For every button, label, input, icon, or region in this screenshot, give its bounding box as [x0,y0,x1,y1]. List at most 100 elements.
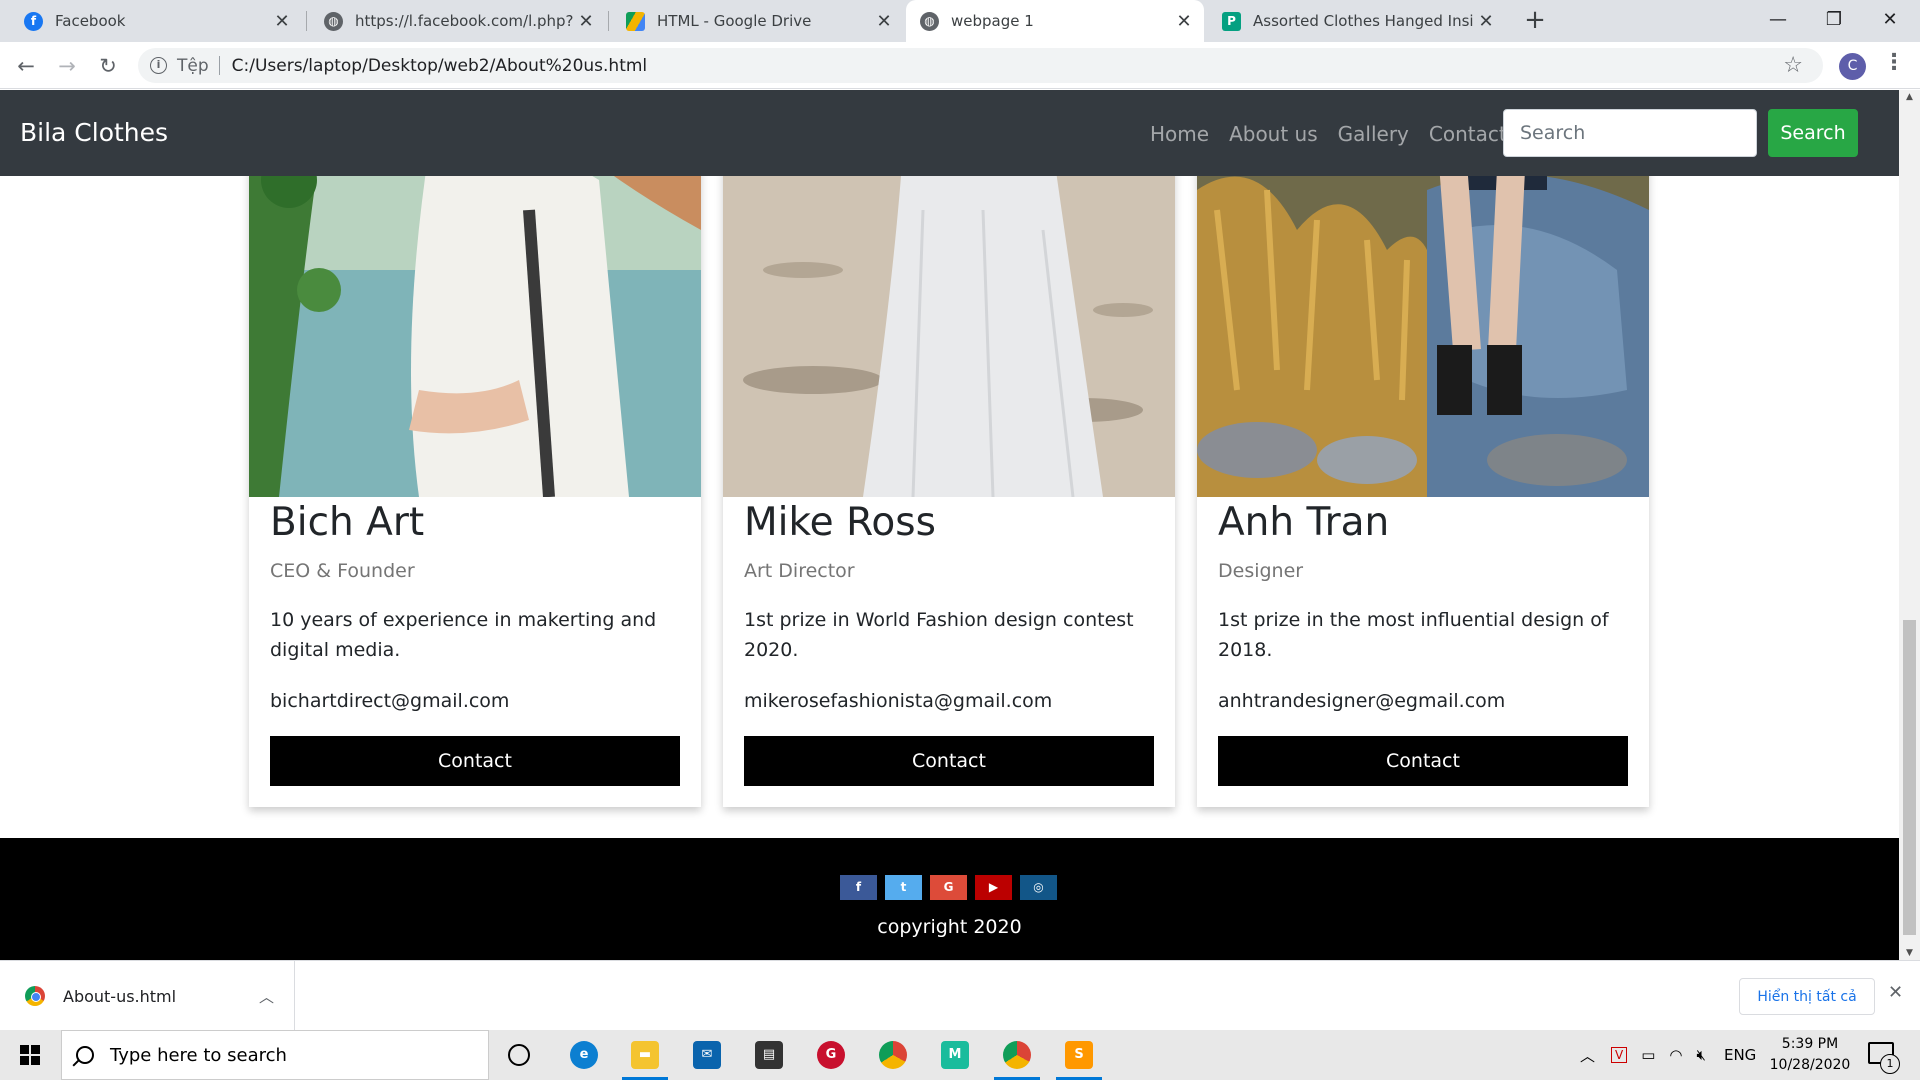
scroll-down-icon[interactable]: ▼ [1899,948,1920,958]
chevron-up-icon[interactable]: ︿ [1580,1045,1595,1066]
info-icon[interactable]: i [150,57,167,74]
taskbar-file-explorer[interactable]: ▬ [620,1030,670,1080]
member-name: Anh Tran [1218,500,1390,545]
facebook-icon[interactable]: f [840,875,877,900]
download-item[interactable]: About-us.html ︿ [0,961,295,1031]
edge-icon: e [570,1041,598,1069]
cortana-button[interactable] [494,1030,544,1080]
chrome-icon [879,1041,907,1069]
chevron-up-icon[interactable]: ︿ [259,986,274,1007]
taskbar-mail[interactable]: ✉ [682,1030,732,1080]
nav-link-about[interactable]: About us [1229,122,1318,146]
wifi-icon[interactable]: ◠ [1669,1046,1682,1064]
store-icon: ▤ [755,1041,783,1069]
battery-icon[interactable]: ▭ [1641,1046,1655,1064]
contact-button[interactable]: Contact [744,736,1154,786]
member-name: Mike Ross [744,500,936,545]
member-description: 1st prize in the most influential design… [1218,609,1609,661]
nav-link-gallery[interactable]: Gallery [1338,122,1409,146]
instagram-icon[interactable]: ◎ [1020,875,1057,900]
close-tab-icon[interactable]: ✕ [574,11,598,32]
close-tab-icon[interactable]: ✕ [872,11,896,32]
volume-muted-icon[interactable]: 🔇︎ [1697,1046,1706,1064]
close-tab-icon[interactable]: ✕ [1172,11,1196,32]
close-window-button[interactable]: ✕ [1862,0,1918,42]
divider [218,56,220,75]
show-all-downloads-button[interactable]: Hiển thị tất cả [1739,978,1875,1015]
download-bar: About-us.html ︿ Hiển thị tất cả ✕ [0,960,1920,1031]
antivirus-icon[interactable]: V [1611,1047,1628,1063]
reload-button[interactable]: ↻ [92,50,124,82]
windows-logo-icon [20,1045,40,1065]
member-email: mikerosefashionista@gmail.com [744,690,1053,712]
tab-facebook-link[interactable]: ◍ https://l.facebook.com/l.php?u=h ✕ [310,0,606,42]
nav-link-contact[interactable]: Contact [1429,122,1507,146]
windows-taskbar: Type here to search e ▬ ✉ ▤ G M S ︿ V ▭ … [0,1030,1920,1080]
taskbar-chrome-profile[interactable] [992,1030,1042,1080]
tab-separator [608,11,609,31]
sublime-text-icon: S [1065,1041,1093,1069]
taskbar-edge[interactable]: e [559,1030,609,1080]
youtube-icon[interactable]: ▶ [975,875,1012,900]
taskbar-search-box[interactable]: Type here to search [61,1030,489,1080]
tab-title: Facebook [55,12,126,30]
taskbar-garena[interactable]: G [806,1030,856,1080]
new-tab-button[interactable]: + [1520,6,1550,36]
taskbar-m-app[interactable]: M [930,1030,980,1080]
tab-title: webpage 1 [951,12,1034,30]
contact-button[interactable]: Contact [270,736,680,786]
tab-google-drive[interactable]: HTML - Google Drive ✕ [612,0,904,42]
restore-button[interactable]: ❐ [1806,0,1862,42]
tab-facebook[interactable]: f Facebook ✕ [10,0,302,42]
taskbar-search-placeholder: Type here to search [110,1044,287,1066]
minimize-button[interactable]: — [1750,0,1806,42]
site-brand[interactable]: Bila Clothes [20,118,168,147]
m-app-icon: M [941,1041,969,1069]
start-button[interactable] [0,1030,60,1080]
member-role: CEO & Founder [270,560,415,582]
site-search-input[interactable] [1503,109,1757,157]
page-scrollbar[interactable]: ▲ ▼ [1899,90,1920,960]
scrollbar-thumb[interactable] [1903,620,1916,935]
copyright-text: copyright 2020 [877,916,1022,938]
taskbar-clock[interactable]: 5:39 PM 10/28/2020 [1760,1034,1860,1076]
clock-time: 5:39 PM [1781,1036,1839,1052]
system-tray: ︿ V ▭ ◠ 🔇︎ ENG [1580,1030,1756,1080]
close-tab-icon[interactable]: ✕ [1474,11,1498,32]
taskbar-store[interactable]: ▤ [744,1030,794,1080]
taskbar-chrome[interactable] [868,1030,918,1080]
google-icon[interactable]: G [930,875,967,900]
forward-button[interactable]: → [51,50,83,82]
site-footer: f t G ▶ ◎ copyright 2020 [0,838,1899,960]
contact-button[interactable]: Contact [1218,736,1628,786]
garena-icon: G [817,1041,845,1069]
facebook-icon: f [24,11,43,31]
close-tab-icon[interactable]: ✕ [270,11,294,32]
member-email: anhtrandesigner@egmail.com [1218,690,1506,712]
clock-date: 10/28/2020 [1769,1057,1851,1073]
taskbar-sublime[interactable]: S [1054,1030,1104,1080]
url-text[interactable]: C:/Users/laptop/Desktop/web2/About%20us.… [232,56,648,76]
bookmark-star-icon[interactable]: ☆ [1783,53,1803,78]
twitter-icon[interactable]: t [885,875,922,900]
tab-webpage-1[interactable]: ◍ webpage 1 ✕ [906,0,1204,42]
tab-assorted-clothes[interactable]: P Assorted Clothes Hanged Inside C ✕ [1208,0,1506,42]
notification-badge: 1 [1880,1054,1900,1074]
browser-menu-icon[interactable]: ⋮ [1883,50,1905,75]
close-download-bar-icon[interactable]: ✕ [1888,982,1903,1003]
nav-link-home[interactable]: Home [1150,122,1209,146]
team-card-anh-tran: Anh Tran Designer 1st prize in the most … [1197,90,1649,807]
chrome-icon [25,986,45,1006]
tab-title: Assorted Clothes Hanged Inside C [1253,12,1474,30]
member-description: 10 years of experience in makerting and … [270,609,657,661]
address-bar[interactable]: i Tệp C:/Users/laptop/Desktop/web2/About… [138,48,1823,83]
language-indicator[interactable]: ENG [1724,1046,1756,1064]
site-search-button[interactable]: Search [1768,109,1858,157]
scroll-up-icon[interactable]: ▲ [1899,92,1920,102]
site-nav-links: Home About us Gallery Contact [1150,122,1527,146]
profile-avatar[interactable]: C [1839,53,1866,80]
globe-icon: ◍ [324,11,343,31]
back-button[interactable]: ← [10,50,42,82]
team-card-mike-ross: Mike Ross Art Director 1st prize in Worl… [723,90,1175,807]
chrome-profile-icon [1003,1041,1031,1069]
